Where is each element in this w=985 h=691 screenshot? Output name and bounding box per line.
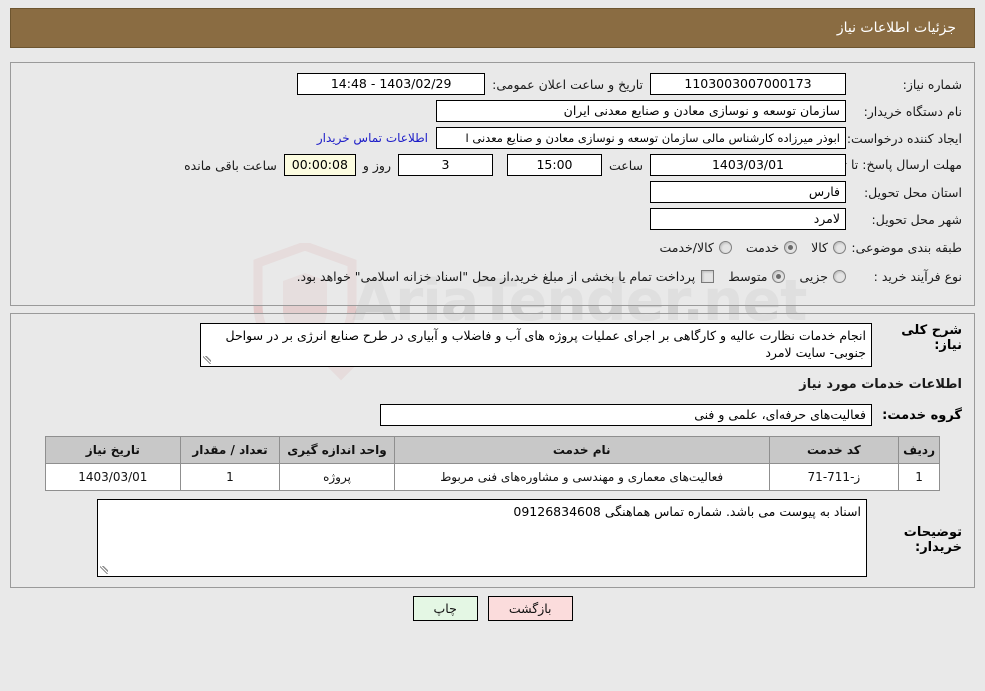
description-textarea[interactable]: انجام خدمات نظارت عالیه و کارگاهی بر اجر… xyxy=(200,323,872,367)
need-number-field[interactable]: 1103003007000173 xyxy=(650,73,846,95)
buyer-org-row: نام دستگاه خریدار: سازمان توسعه و نوسازی… xyxy=(23,100,962,122)
category-option-service-label: خدمت xyxy=(745,239,780,255)
requester-row: ایجاد کننده درخواست: ابوذر میرزاده کارشن… xyxy=(23,127,962,149)
buyer-notes-textarea[interactable]: اسناد به پیوست می باشد. شماره تماس هماهن… xyxy=(97,499,867,577)
page-header: جزئیات اطلاعات نیاز xyxy=(10,8,975,48)
process-option-medium-label: متوسط xyxy=(728,268,768,284)
city-row: شهر محل تحویل: لامرد xyxy=(23,208,962,230)
process-option-medium[interactable]: متوسط xyxy=(728,268,786,284)
deadline-label: مهلت ارسال پاسخ: تا تاریخ: xyxy=(817,157,962,172)
service-group-row: گروه خدمت: فعالیت‌های حرفه‌ای، علمی و فن… xyxy=(23,404,962,426)
province-label: استان محل تحویل: xyxy=(863,184,962,200)
radio-selected-icon[interactable] xyxy=(784,240,798,254)
th-unit: واحد اندازه گیری xyxy=(279,436,395,464)
service-group-label: گروه خدمت: xyxy=(882,407,962,423)
deadline-time-field[interactable]: 15:00 xyxy=(506,154,602,176)
radio-icon[interactable] xyxy=(718,240,732,254)
city-field[interactable]: لامرد xyxy=(650,208,846,230)
countdown-timer-field: 00:00:08 xyxy=(283,154,356,176)
days-label: روز و xyxy=(362,157,391,173)
category-option-goods-service[interactable]: کالا/خدمت xyxy=(659,239,732,255)
th-service-name: نام خدمت xyxy=(393,436,770,464)
process-type-label: نوع فرآیند خرید : xyxy=(873,268,962,284)
treasury-bond-note: پرداخت تمام یا بخشی از مبلغ خرید،از محل … xyxy=(296,268,696,284)
announce-datetime-field[interactable]: 1403/02/29 - 14:48 xyxy=(297,73,486,95)
cell-quantity: 1 xyxy=(179,463,281,491)
th-need-date: تاریخ نیاز xyxy=(45,436,181,464)
hour-label: ساعت xyxy=(608,157,643,173)
city-label: شهر محل تحویل: xyxy=(871,211,962,227)
category-option-goods[interactable]: کالا xyxy=(811,240,846,255)
back-button[interactable]: بازگشت xyxy=(487,596,573,621)
need-number-label: شماره نیاز: xyxy=(902,76,962,92)
deadline-row: مهلت ارسال پاسخ: تا تاریخ: 1403/03/01 سا… xyxy=(23,154,962,176)
print-button[interactable]: چاپ xyxy=(412,596,478,621)
service-group-field[interactable]: فعالیت‌های حرفه‌ای، علمی و فنی xyxy=(380,404,872,426)
buyer-org-field[interactable]: سازمان توسعه و نوسازی معادن و صنایع معدن… xyxy=(436,100,846,122)
services-section-title: اطلاعات خدمات مورد نیاز xyxy=(799,377,962,392)
category-option-goods-label: کالا xyxy=(811,239,828,255)
category-option-goods-service-label: کالا/خدمت xyxy=(659,239,714,255)
province-field[interactable]: فارس xyxy=(650,181,846,203)
buyer-contact-link[interactable]: اطلاعات تماس خریدار xyxy=(309,131,436,145)
table-row: 1 ز-711-71 فعالیت‌های معماری و مهندسی و … xyxy=(45,463,940,491)
page-title: جزئیات اطلاعات نیاز xyxy=(836,20,956,36)
page-root: AriaTender.net ◆ جزئیات اطلاعات نیاز شما… xyxy=(0,0,985,691)
remaining-hours-label: ساعت باقی مانده xyxy=(184,157,277,173)
category-option-service[interactable]: خدمت xyxy=(745,239,798,255)
buyer-notes-label: توضیحات خریدار: xyxy=(903,525,962,555)
requester-label: ایجاد کننده درخواست: xyxy=(846,130,962,146)
treasury-bond-checkbox[interactable] xyxy=(701,269,715,283)
cell-index: 1 xyxy=(898,463,940,491)
th-service-code: کد خدمت xyxy=(768,436,900,464)
buyer-org-label: نام دستگاه خریدار: xyxy=(863,103,962,119)
process-radio-group: جزیی متوسط xyxy=(714,269,846,284)
need-number-row: شماره نیاز: 1103003007000173 تاریخ و ساع… xyxy=(23,73,962,95)
cell-service-name: فعالیت‌های معماری و مهندسی و مشاوره‌های … xyxy=(393,463,770,491)
description-label: شرح کلی نیاز: xyxy=(901,323,962,353)
radio-icon[interactable] xyxy=(833,240,846,254)
deadline-date-field[interactable]: 1403/03/01 xyxy=(650,154,846,176)
radio-icon[interactable] xyxy=(833,269,846,283)
process-option-minor-label: جزیی xyxy=(799,268,828,284)
cell-service-code: ز-711-71 xyxy=(768,463,900,491)
table-header-row: ردیف کد خدمت نام خدمت واحد اندازه گیری ت… xyxy=(45,436,940,464)
footer-buttons: بازگشت چاپ xyxy=(10,596,975,621)
process-option-minor[interactable]: جزیی xyxy=(799,269,846,284)
services-table: ردیف کد خدمت نام خدمت واحد اندازه گیری ت… xyxy=(45,436,940,491)
announce-label: تاریخ و ساعت اعلان عمومی: xyxy=(492,76,643,92)
service-details-panel: شرح کلی نیاز: انجام خدمات نظارت عالیه و … xyxy=(10,313,975,588)
cell-need-date: 1403/03/01 xyxy=(45,463,181,491)
category-radio-group: کالا خدمت کالا/خدمت xyxy=(645,240,846,255)
th-index: ردیف xyxy=(898,436,940,464)
radio-selected-icon[interactable] xyxy=(772,269,786,283)
buyer-notes-row: توضیحات خریدار: اسناد به پیوست می باشد. … xyxy=(23,499,962,577)
description-row: شرح کلی نیاز: انجام خدمات نظارت عالیه و … xyxy=(23,323,962,367)
category-row: طبقه بندی موضوعی: کالا خدمت کالا/خدمت xyxy=(23,235,962,259)
remaining-days-field[interactable]: 3 xyxy=(397,154,493,176)
th-quantity: تعداد / مقدار xyxy=(179,436,281,464)
province-row: استان محل تحویل: فارس xyxy=(23,181,962,203)
requester-field[interactable]: ابوذر میرزاده کارشناس مالی سازمان توسعه … xyxy=(436,127,846,149)
process-type-row: نوع فرآیند خرید : جزیی متوسط پرداخت تمام… xyxy=(23,264,962,288)
cell-unit: پروژه xyxy=(279,463,395,491)
category-label: طبقه بندی موضوعی: xyxy=(851,239,962,255)
need-info-panel: شماره نیاز: 1103003007000173 تاریخ و ساع… xyxy=(10,62,975,306)
